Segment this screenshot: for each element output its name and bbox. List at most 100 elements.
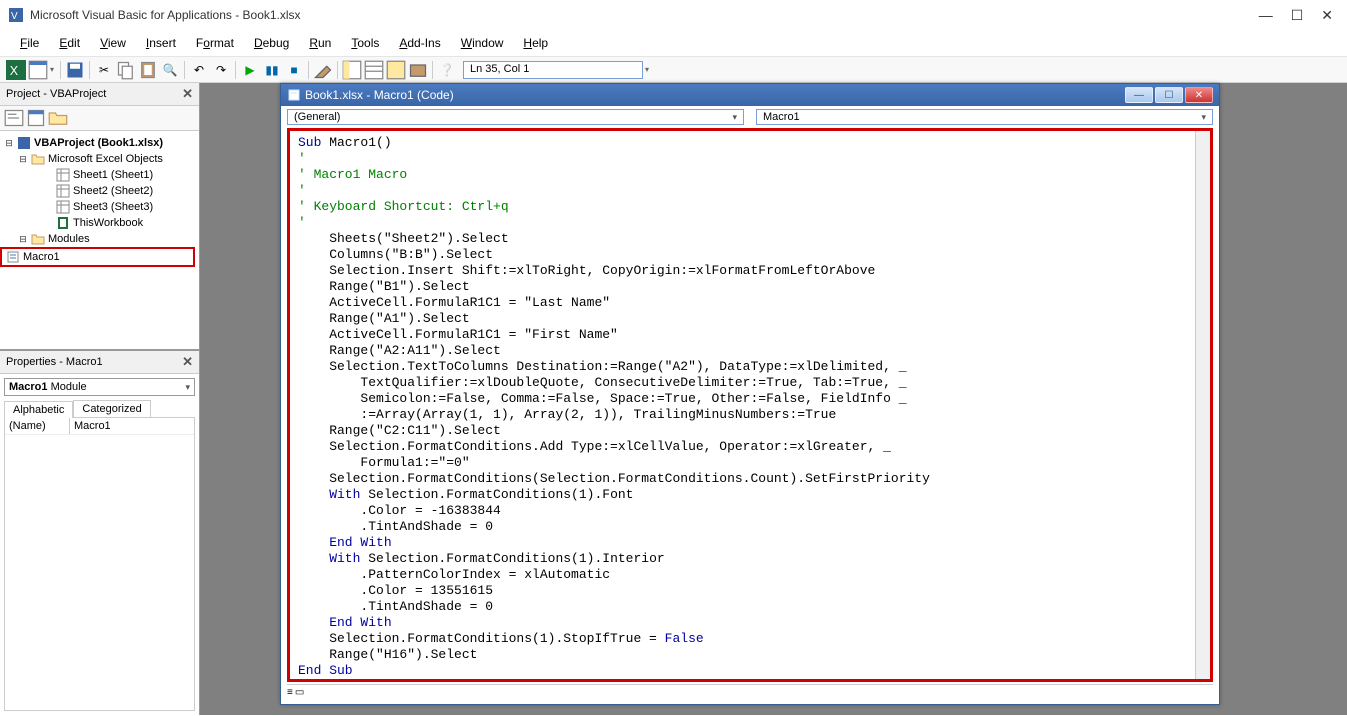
view-excel-icon[interactable]: X xyxy=(6,60,26,80)
code-window-titlebar[interactable]: Book1.xlsx - Macro1 (Code) — ☐ ✕ xyxy=(281,84,1219,106)
project-panel-title: Project - VBAProject xyxy=(6,88,106,100)
help-icon[interactable]: ❔ xyxy=(437,60,457,80)
reset-icon[interactable]: ■ xyxy=(284,60,304,80)
code-window-title: Book1.xlsx - Macro1 (Code) xyxy=(305,88,1125,102)
code-dropdowns: (General) ▾ Macro1 ▾ xyxy=(281,106,1219,128)
project-explorer-icon[interactable] xyxy=(342,60,362,80)
sheet-icon xyxy=(56,200,70,214)
code-close-button[interactable]: ✕ xyxy=(1185,87,1213,103)
menu-edit[interactable]: Edit xyxy=(51,34,88,52)
project-panel-close-icon[interactable]: ✕ xyxy=(182,86,193,102)
tree-root[interactable]: ⊟ VBAProject (Book1.xlsx) xyxy=(4,135,195,151)
properties-panel-header: Properties - Macro1 ✕ xyxy=(0,351,199,374)
properties-panel-close-icon[interactable]: ✕ xyxy=(182,354,193,370)
minimize-button[interactable]: — xyxy=(1259,7,1273,24)
properties-object-select[interactable]: Macro1 Module ▾ xyxy=(4,378,195,396)
code-window: Book1.xlsx - Macro1 (Code) — ☐ ✕ (Genera… xyxy=(280,83,1220,705)
save-icon[interactable] xyxy=(65,60,85,80)
tree-thisworkbook[interactable]: ThisWorkbook xyxy=(4,215,195,231)
sheet-icon xyxy=(56,168,70,182)
menu-debug[interactable]: Debug xyxy=(246,34,297,52)
svg-text:V: V xyxy=(11,11,18,22)
collapse-icon[interactable]: ⊟ xyxy=(18,154,28,165)
vba-app-icon: V xyxy=(8,7,24,23)
procedure-dropdown-value: Macro1 xyxy=(763,111,800,123)
tree-sheet3-label: Sheet3 (Sheet3) xyxy=(73,201,153,213)
properties-window-icon[interactable] xyxy=(364,60,384,80)
properties-panel-title: Properties - Macro1 xyxy=(6,356,103,368)
procedure-view-icon[interactable]: ≡ xyxy=(287,687,293,698)
mdi-area: Book1.xlsx - Macro1 (Code) — ☐ ✕ (Genera… xyxy=(200,83,1347,715)
menu-window[interactable]: Window xyxy=(453,34,512,52)
properties-grid: (Name) Macro1 xyxy=(4,417,195,711)
design-mode-icon[interactable] xyxy=(313,60,333,80)
paste-icon[interactable] xyxy=(138,60,158,80)
titlebar: V Microsoft Visual Basic for Application… xyxy=(0,0,1347,30)
tree-modules-label: Modules xyxy=(48,233,90,245)
menubar: File Edit View Insert Format Debug Run T… xyxy=(0,30,1347,57)
menu-format[interactable]: Format xyxy=(188,34,242,52)
window-controls: — ☐ ✕ xyxy=(1259,7,1339,24)
redo-icon[interactable]: ↷ xyxy=(211,60,231,80)
object-dropdown[interactable]: (General) ▾ xyxy=(287,109,744,125)
tree-sheet2[interactable]: Sheet2 (Sheet2) xyxy=(4,183,195,199)
property-row[interactable]: (Name) Macro1 xyxy=(5,418,194,435)
close-button[interactable]: ✕ xyxy=(1321,7,1333,24)
menu-help[interactable]: Help xyxy=(515,34,556,52)
code-minimize-button[interactable]: — xyxy=(1125,87,1153,103)
menu-tools[interactable]: Tools xyxy=(343,34,387,52)
tree-modules[interactable]: ⊟ Modules xyxy=(4,231,195,247)
menu-file[interactable]: File xyxy=(12,34,47,52)
run-icon[interactable]: ▶ xyxy=(240,60,260,80)
tree-sheet3[interactable]: Sheet3 (Sheet3) xyxy=(4,199,195,215)
properties-object-name: Macro1 xyxy=(9,381,48,393)
toolbox-icon[interactable] xyxy=(408,60,428,80)
tree-excel-objects[interactable]: ⊟ Microsoft Excel Objects xyxy=(4,151,195,167)
procedure-dropdown[interactable]: Macro1 ▾ xyxy=(756,109,1213,125)
copy-icon[interactable] xyxy=(116,60,136,80)
module-icon xyxy=(6,250,20,264)
tree-macro1[interactable]: Macro1 xyxy=(0,247,195,267)
chevron-down-icon: ▾ xyxy=(1201,112,1206,123)
properties-object-type: Module xyxy=(51,381,87,393)
properties-tabs: Alphabetic Categorized xyxy=(4,400,195,417)
find-icon[interactable]: 🔍 xyxy=(160,60,180,80)
workbook-icon xyxy=(56,216,70,230)
code-editor-highlight: Sub Macro1() ' ' Macro1 Macro ' ' Keyboa… xyxy=(287,128,1213,682)
menu-view[interactable]: View xyxy=(92,34,134,52)
folder-icon xyxy=(31,152,45,166)
project-icon xyxy=(17,136,31,150)
tree-sheet1[interactable]: Sheet1 (Sheet1) xyxy=(4,167,195,183)
project-panel-toolbar xyxy=(0,106,199,131)
view-code-icon[interactable] xyxy=(4,108,24,128)
app-title: Microsoft Visual Basic for Applications … xyxy=(30,8,1259,22)
vertical-scrollbar[interactable] xyxy=(1195,131,1211,679)
cursor-position: Ln 35, Col 1 xyxy=(463,61,643,79)
module-icon xyxy=(287,88,301,102)
cursor-dropdown[interactable]: ▾ xyxy=(645,61,651,79)
svg-text:X: X xyxy=(10,64,19,78)
maximize-button[interactable]: ☐ xyxy=(1291,7,1304,24)
property-value[interactable]: Macro1 xyxy=(70,418,194,434)
cut-icon[interactable]: ✂ xyxy=(94,60,114,80)
sheet-icon xyxy=(56,184,70,198)
collapse-icon[interactable]: ⊟ xyxy=(4,138,14,149)
object-browser-icon[interactable] xyxy=(386,60,406,80)
collapse-icon[interactable]: ⊟ xyxy=(18,234,28,245)
insert-userform-icon[interactable] xyxy=(28,60,48,80)
code-editor[interactable]: Sub Macro1() ' ' Macro1 Macro ' ' Keyboa… xyxy=(290,131,1210,679)
full-module-view-icon[interactable]: ▭ xyxy=(295,687,304,698)
menu-insert[interactable]: Insert xyxy=(138,34,184,52)
menu-addins[interactable]: Add-Ins xyxy=(391,34,448,52)
insert-dropdown[interactable]: ▾ xyxy=(50,61,56,79)
folder-icon xyxy=(31,232,45,246)
folder-toggle-icon[interactable] xyxy=(48,108,68,128)
break-icon[interactable]: ▮▮ xyxy=(262,60,282,80)
menu-run[interactable]: Run xyxy=(301,34,339,52)
project-tree: ⊟ VBAProject (Book1.xlsx) ⊟ Microsoft Ex… xyxy=(0,131,199,351)
undo-icon[interactable]: ↶ xyxy=(189,60,209,80)
view-object-icon[interactable] xyxy=(26,108,46,128)
tab-categorized[interactable]: Categorized xyxy=(73,400,150,417)
code-maximize-button[interactable]: ☐ xyxy=(1155,87,1183,103)
tab-alphabetic[interactable]: Alphabetic xyxy=(4,401,73,418)
